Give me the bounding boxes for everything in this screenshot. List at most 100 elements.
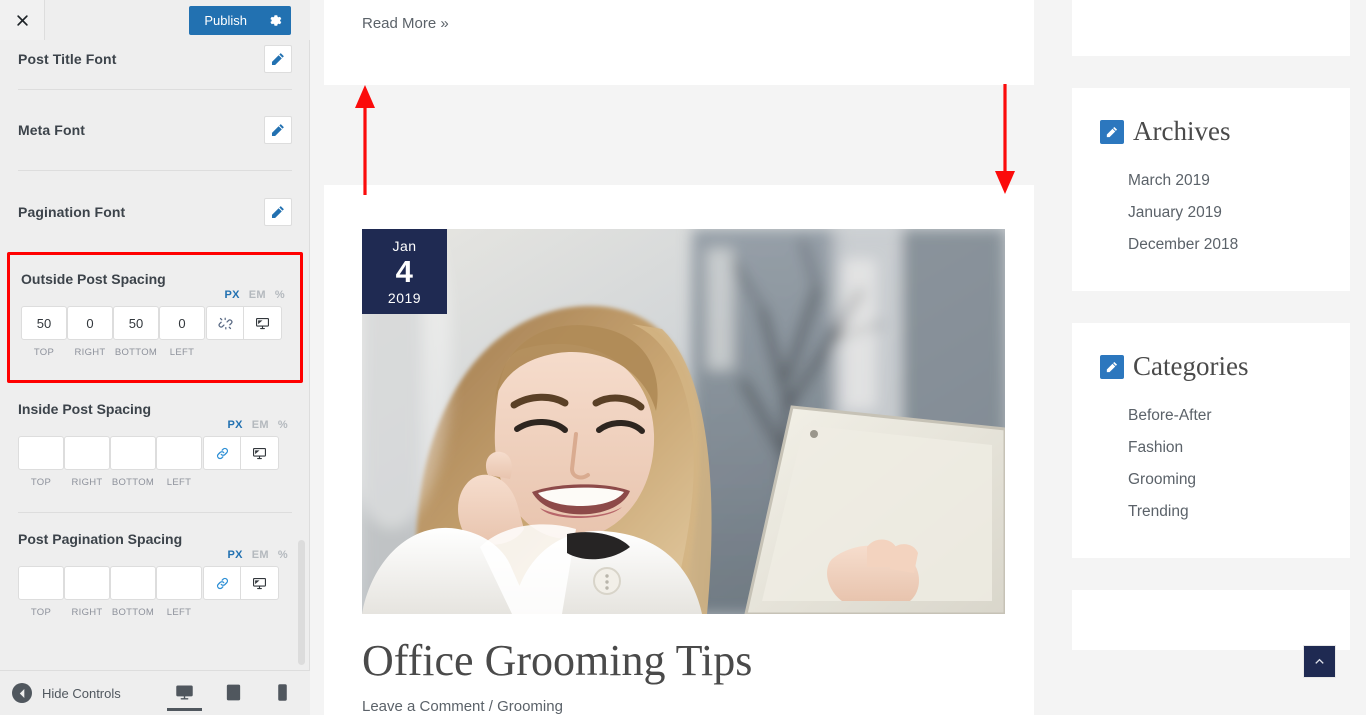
spacing-cell-top: TOP — [18, 566, 64, 618]
post-title[interactable]: Office Grooming Tips — [362, 636, 996, 687]
hide-controls-label: Hide Controls — [42, 685, 121, 701]
preview-sidebar: Archives March 2019 January 2019 Decembe… — [1072, 0, 1350, 650]
monitor-icon[interactable] — [241, 436, 279, 470]
spacing-input-top[interactable]: 50 — [21, 306, 67, 340]
spacing-cell-top: 50 TOP — [21, 306, 67, 358]
unit-px[interactable]: PX — [225, 289, 240, 301]
device-preview-group — [167, 670, 296, 715]
monitor-icon[interactable] — [244, 306, 282, 340]
list-item[interactable]: Before-After — [1100, 400, 1322, 432]
chevron-left-icon — [12, 683, 32, 703]
spacing-cell-right: RIGHT — [64, 436, 110, 488]
spacing-input-left[interactable]: 0 — [159, 306, 205, 340]
chevron-up-icon — [1315, 658, 1324, 664]
control-outside-post-spacing: Outside Post Spacing PX EM % 50 TOP 0 RI… — [7, 252, 303, 383]
control-label: Outside Post Spacing — [21, 271, 166, 287]
unit-em[interactable]: EM — [249, 289, 266, 301]
close-icon[interactable] — [0, 0, 45, 40]
spacing-input-bottom[interactable]: 50 — [113, 306, 159, 340]
widget-partial-bottom — [1072, 590, 1350, 650]
spacing-input-right[interactable]: 0 — [67, 306, 113, 340]
post-card: Jan 4 2019 Office Grooming Tips Leave a … — [324, 185, 1034, 715]
control-label: Pagination Font — [18, 203, 126, 220]
read-more-link[interactable]: Read More » — [362, 0, 996, 36]
list-item[interactable]: Fashion — [1100, 432, 1322, 464]
post-meta[interactable]: Leave a Comment / Grooming — [362, 698, 996, 715]
categories-list: Before-After Fashion Grooming Trending — [1100, 400, 1322, 528]
customizer-footer: Hide Controls — [0, 670, 310, 715]
archives-list: March 2019 January 2019 December 2018 — [1100, 165, 1322, 261]
spacing-input-left[interactable] — [156, 566, 202, 600]
list-item[interactable]: January 2019 — [1100, 197, 1322, 229]
unit-percent[interactable]: % — [278, 549, 288, 561]
content-column: Read More » Jan 4 2019 Office Grooming T… — [324, 0, 1034, 715]
edit-icon[interactable] — [264, 44, 292, 73]
spacing-fields: 50 TOP 0 RIGHT 50 BOTTOM 0 LEFT — [21, 306, 289, 358]
spacing-input-bottom[interactable] — [110, 566, 156, 600]
edit-icon[interactable] — [264, 116, 292, 144]
previous-post-card: Read More » — [324, 0, 1034, 85]
list-item[interactable]: March 2019 — [1100, 165, 1322, 197]
edit-icon[interactable] — [1100, 119, 1124, 144]
featured-image[interactable] — [362, 229, 1005, 614]
unit-percent[interactable]: % — [275, 289, 285, 301]
list-item[interactable]: Trending — [1100, 496, 1322, 528]
edit-icon[interactable] — [1100, 354, 1124, 379]
spacing-sublabel-right: RIGHT — [71, 607, 103, 618]
mobile-icon[interactable] — [269, 670, 296, 715]
control-pagination-font[interactable]: Pagination Font — [18, 171, 292, 252]
widget-archives-header: Archives — [1100, 118, 1322, 145]
gear-icon[interactable] — [260, 6, 291, 35]
control-label: Post Title Font — [18, 50, 117, 67]
spacing-cell-right: RIGHT — [64, 566, 110, 618]
spacing-input-top[interactable] — [18, 566, 64, 600]
post-date-badge: Jan 4 2019 — [362, 229, 447, 314]
unit-em[interactable]: EM — [252, 419, 269, 431]
tablet-icon[interactable] — [220, 670, 247, 715]
spacing-input-left[interactable] — [156, 436, 202, 470]
monitor-icon[interactable] — [241, 566, 279, 600]
featured-image-wrapper: Jan 4 2019 — [362, 229, 1005, 614]
spacing-cell-left: 0 LEFT — [159, 306, 205, 358]
unit-percent[interactable]: % — [278, 419, 288, 431]
spacing-buttons — [203, 436, 279, 470]
spacing-sublabel-bottom: BOTTOM — [111, 477, 155, 488]
broken-link-icon[interactable] — [206, 306, 244, 340]
unit-toggle-group: PX EM % — [18, 549, 292, 561]
publish-button[interactable]: Publish — [189, 6, 260, 35]
control-post-pagination-spacing: Post Pagination Spacing PX EM % TOP RIGH… — [18, 513, 292, 642]
link-icon[interactable] — [203, 436, 241, 470]
control-meta-font[interactable]: Meta Font — [18, 90, 292, 171]
spacing-sublabel-right: RIGHT — [71, 477, 103, 488]
back-to-top-button[interactable] — [1303, 645, 1336, 678]
preview-frame: Read More » Jan 4 2019 Office Grooming T… — [311, 0, 1366, 715]
customizer-scrollbar[interactable] — [298, 540, 305, 665]
edit-icon[interactable] — [264, 197, 292, 226]
widget-gap — [1072, 291, 1350, 323]
spacing-input-bottom[interactable] — [110, 436, 156, 470]
list-item[interactable]: December 2018 — [1100, 229, 1322, 261]
customizer-panel: Post Title Font Meta Font Pagination Fon… — [0, 0, 310, 715]
spacing-cell-bottom: BOTTOM — [110, 436, 156, 488]
spacing-input-top[interactable] — [18, 436, 64, 470]
hide-controls-button[interactable]: Hide Controls — [0, 683, 121, 703]
spacing-input-right[interactable] — [64, 566, 110, 600]
date-month: Jan — [392, 237, 417, 254]
widget-partial-top — [1072, 0, 1350, 56]
unit-px[interactable]: PX — [228, 549, 243, 561]
spacing-cell-left: LEFT — [156, 566, 202, 618]
widget-archives-title: Archives — [1133, 116, 1231, 146]
customizer-screen: Read More » Jan 4 2019 Office Grooming T… — [0, 0, 1366, 715]
unit-em[interactable]: EM — [252, 549, 269, 561]
unit-px[interactable]: PX — [228, 419, 243, 431]
spacing-sublabel-top: TOP — [30, 477, 52, 488]
spacing-input-right[interactable] — [64, 436, 110, 470]
spacing-fields: TOP RIGHT BOTTOM LEFT — [18, 436, 292, 488]
date-year: 2019 — [387, 289, 422, 306]
list-item[interactable]: Grooming — [1100, 464, 1322, 496]
desktop-icon[interactable] — [167, 670, 202, 715]
customizer-scroll-body: Post Title Font Meta Font Pagination Fon… — [0, 28, 310, 673]
link-icon[interactable] — [203, 566, 241, 600]
spacing-sublabel-top: TOP — [33, 347, 55, 358]
spacing-fields: TOP RIGHT BOTTOM LEFT — [18, 566, 292, 618]
